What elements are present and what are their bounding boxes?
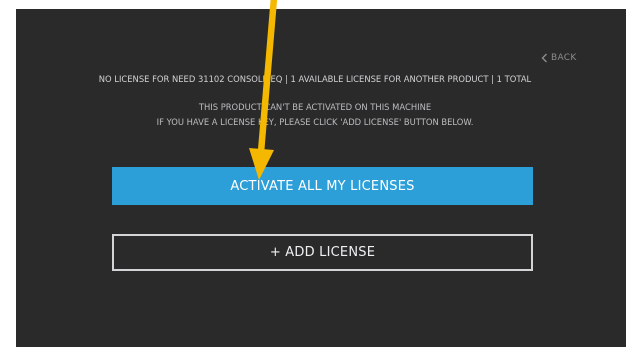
chevron-left-icon	[541, 53, 547, 63]
add-license-button[interactable]: + ADD LICENSE	[112, 234, 533, 271]
activate-all-licenses-button[interactable]: ACTIVATE ALL MY LICENSES	[112, 167, 533, 205]
license-key-hint: IF YOU HAVE A LICENSE KEY, PLEASE CLICK …	[156, 117, 474, 127]
back-button[interactable]: BACK	[541, 53, 577, 63]
license-summary: NO LICENSE FOR NEED 31102 CONSOLE EQ | 1…	[98, 74, 532, 84]
back-label: BACK	[551, 53, 577, 63]
activation-message: THIS PRODUCT CAN'T BE ACTIVATED ON THIS …	[198, 102, 432, 112]
